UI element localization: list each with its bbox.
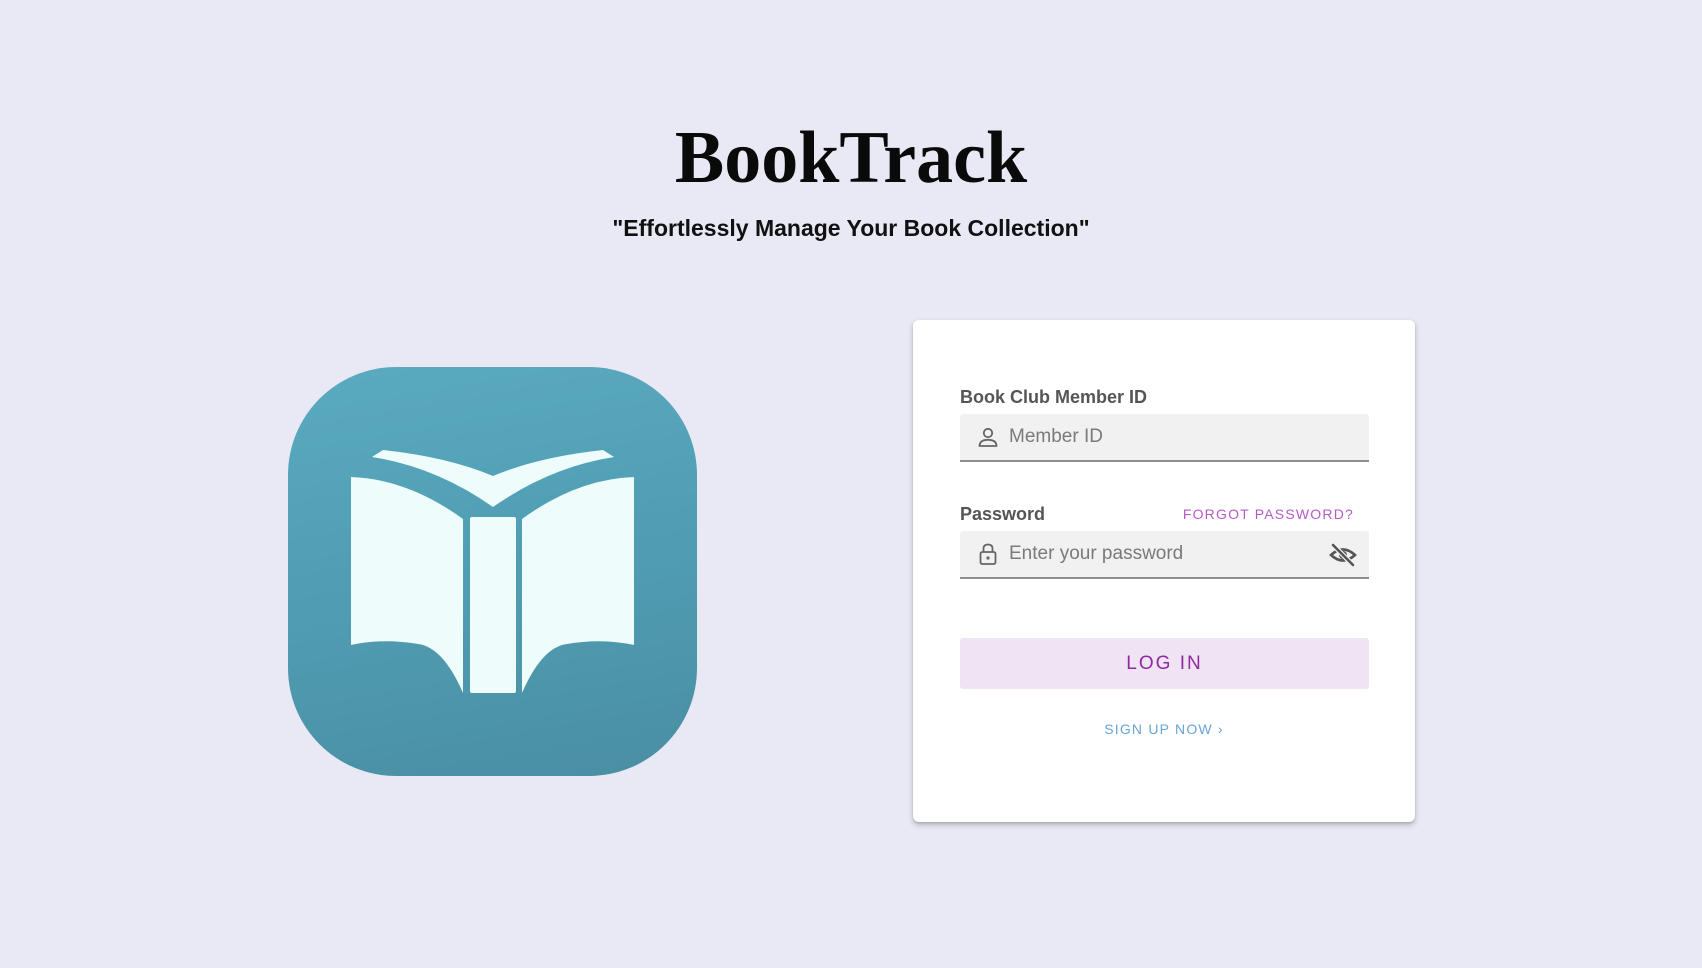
member-id-label: Book Club Member ID: [960, 387, 1148, 407]
user-icon: [978, 427, 998, 447]
app-title: BookTrack: [674, 117, 1028, 199]
member-id-field[interactable]: [960, 414, 1369, 462]
forgot-password-link[interactable]: FORGOT PASSWORD?: [1183, 505, 1354, 523]
login-card: Book Club Member ID Password FORGOT PASS…: [913, 320, 1415, 822]
password-label: Password: [960, 504, 1046, 524]
app-logo: [288, 367, 697, 776]
member-id-input[interactable]: [1009, 414, 1309, 460]
lock-icon: [979, 543, 997, 565]
password-field[interactable]: [960, 531, 1369, 579]
login-button[interactable]: LOG IN: [960, 638, 1369, 689]
open-book-icon: [351, 450, 634, 693]
password-input[interactable]: [1009, 531, 1309, 577]
eye-off-icon[interactable]: [1329, 541, 1357, 569]
app-tagline: "Effortlessly Manage Your Book Collectio…: [612, 215, 1090, 241]
sign-up-link[interactable]: SIGN UP NOW ›: [913, 720, 1415, 738]
